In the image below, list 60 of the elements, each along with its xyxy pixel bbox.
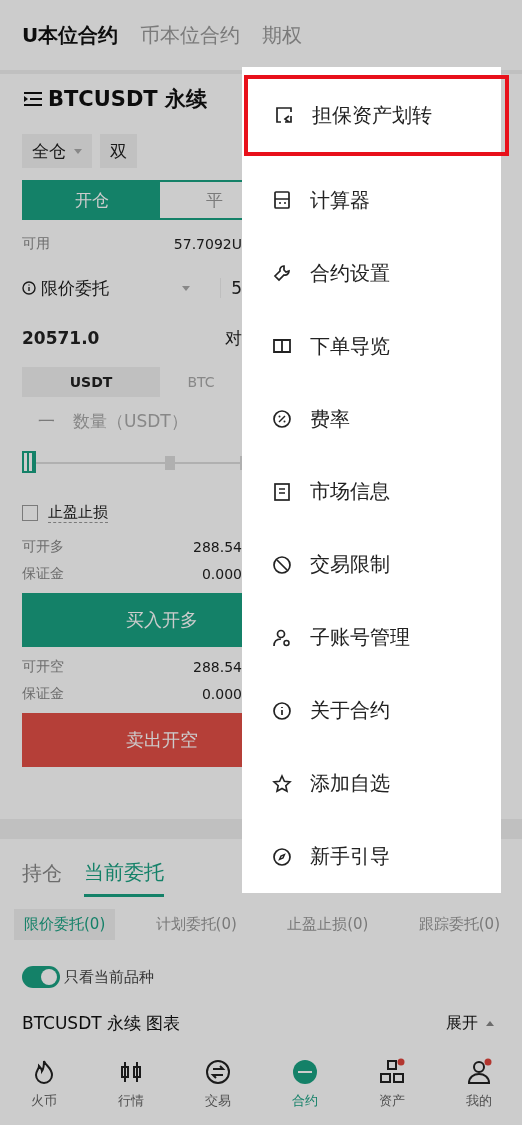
symbol-title[interactable]: BTCUSDT 永续 (48, 85, 207, 113)
menu-item[interactable]: 计算器 (242, 163, 501, 237)
slider-thumb[interactable] (22, 451, 36, 473)
caret-icon (74, 148, 82, 154)
info-icon (22, 281, 36, 295)
checkbox[interactable] (22, 505, 38, 521)
menu-item[interactable]: 新手引导 (242, 820, 501, 893)
info-label: 保证金 (22, 684, 64, 703)
percent-icon (272, 409, 292, 430)
info-value: 0.000 (201, 565, 242, 582)
nav-item[interactable]: 行情 (87, 1043, 174, 1125)
info-value: 288.54 (193, 538, 242, 555)
take-profit-stop-loss-label[interactable]: 止盈止损 (48, 503, 108, 523)
exchange-icon (203, 1058, 232, 1086)
calculator-icon (272, 190, 292, 211)
toggle-switch[interactable] (22, 966, 60, 988)
user-icon (272, 627, 292, 648)
menu-item[interactable]: 关于合约 (242, 674, 501, 748)
list-icon (272, 482, 292, 502)
menu-item[interactable]: 费率 (242, 382, 501, 456)
menu-item[interactable]: 子账号管理 (242, 601, 501, 675)
counterparty-price-button[interactable]: 对 (225, 326, 242, 350)
available-value: 57.7092U (173, 235, 242, 252)
wrench-icon (272, 263, 292, 284)
caret-icon (486, 1020, 494, 1026)
blocks-icon (377, 1058, 406, 1086)
toggle-label: 只看当前品种 (64, 967, 154, 987)
position-mode-button[interactable]: 双 (100, 134, 137, 168)
info-label: 可开空 (22, 657, 64, 676)
transfer-icon (274, 105, 294, 126)
menu-item[interactable]: 合约设置 (242, 236, 501, 310)
prohibited-icon (272, 554, 292, 575)
nav-item[interactable]: 我的 (435, 1043, 522, 1125)
menu-item[interactable]: 下单导览 (242, 309, 501, 383)
menu-item[interactable]: 添加自选 (242, 747, 501, 821)
compass-icon (272, 846, 292, 867)
margin-mode-dropdown[interactable]: 全仓 (22, 134, 92, 168)
info-icon (272, 700, 292, 721)
menu-item[interactable]: 交易限制 (242, 528, 501, 602)
menu-icon[interactable] (22, 90, 44, 108)
info-label: 可开多 (22, 537, 64, 556)
sell-short-button[interactable]: 卖出开空 (22, 713, 242, 767)
nav-item[interactable]: 交易 (174, 1043, 261, 1125)
available-label: 可用 (22, 234, 50, 253)
unit-tab[interactable]: USDT (22, 367, 160, 397)
chart-title: BTCUSDT 永续 图表 (22, 1011, 181, 1035)
order-type-dropdown[interactable]: 限价委托 (22, 276, 221, 300)
nav-item[interactable]: 火币 (0, 1043, 87, 1125)
info-value: 0.000 (201, 685, 242, 702)
menu-item[interactable]: 担保资产划转 (244, 75, 509, 156)
caret-icon (182, 285, 191, 291)
star-icon (272, 773, 292, 794)
info-label: 保证金 (22, 564, 64, 583)
menu-item[interactable]: 市场信息 (242, 455, 501, 529)
info-value: 288.54 (193, 658, 242, 675)
expand-button[interactable]: 展开 (446, 1012, 494, 1034)
price-field[interactable]: 20571.0 (22, 328, 225, 348)
top-tab[interactable]: U本位合约 (22, 21, 119, 49)
nav-item[interactable]: 资产 (348, 1043, 435, 1125)
quantity-field[interactable]: 数量（USDT） (71, 410, 205, 432)
